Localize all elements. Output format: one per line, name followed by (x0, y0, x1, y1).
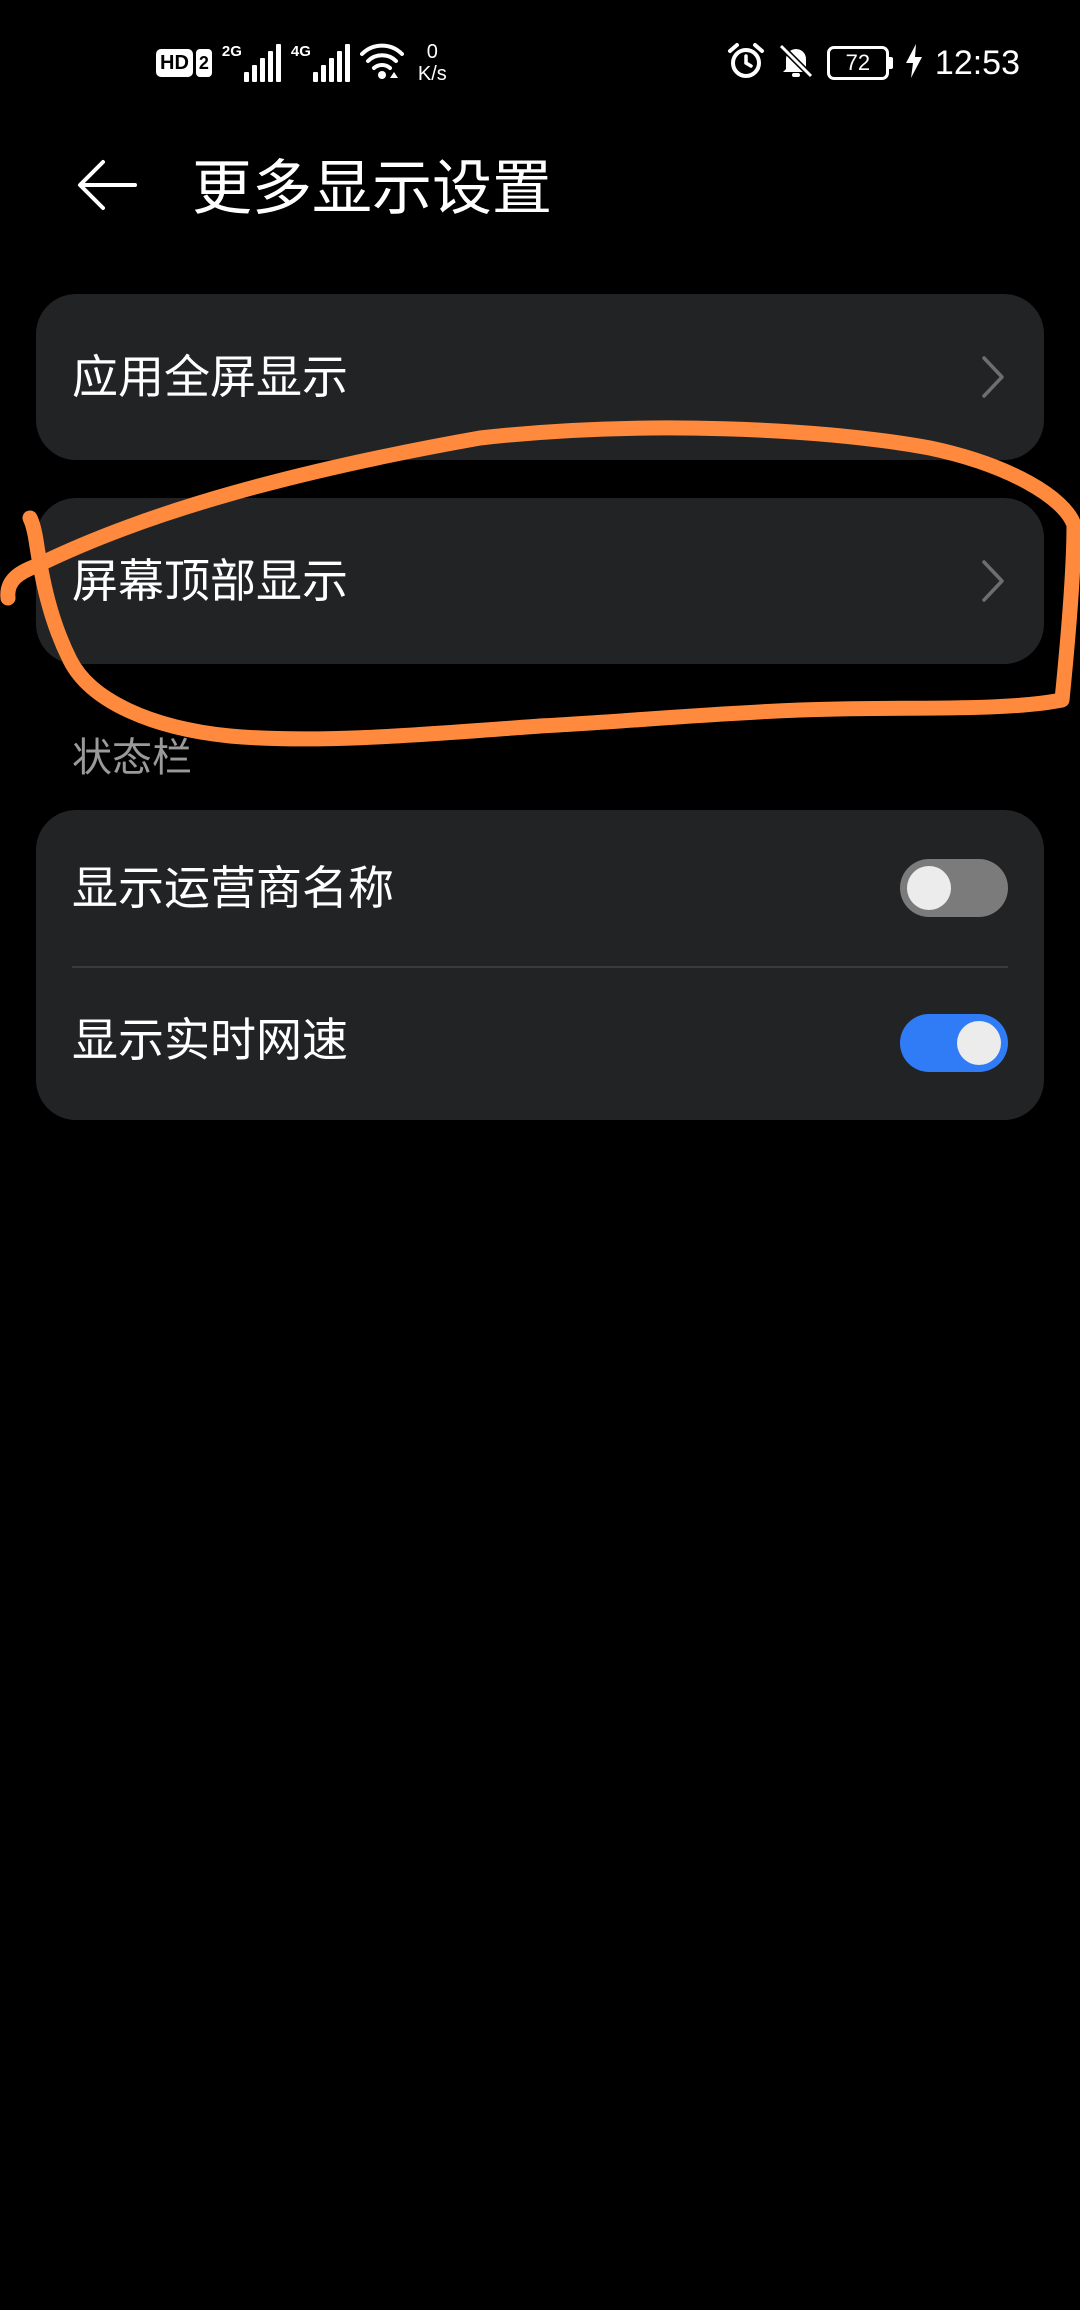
app-header: 更多显示设置 (0, 125, 1080, 255)
net-speed-unit: K/s (417, 63, 447, 85)
chevron-right-icon (978, 352, 1008, 402)
nav-item-label: 屏幕顶部显示 (72, 554, 348, 608)
signal-2g-icon: 2G (222, 44, 281, 82)
signal-4g-label: 4G (290, 43, 311, 60)
net-speed: 0 K/s (418, 41, 447, 85)
hd-voice-badge: HD 2 (156, 49, 212, 77)
arrow-left-icon (75, 158, 139, 216)
nav-item-fullscreen-apps[interactable]: 应用全屏显示 (36, 294, 1044, 460)
hd-label: HD (156, 49, 193, 77)
toggle-row-realtime-speed[interactable]: 显示实时网速 (36, 966, 1044, 1120)
switch-knob (907, 866, 951, 910)
signal-4g-icon: 4G (291, 44, 350, 82)
battery-level: 72 (826, 46, 889, 80)
realtime-speed-switch[interactable] (900, 1014, 1008, 1072)
battery-icon: 72 (826, 46, 893, 80)
status-bar-left: HD 2 2G 4G 0 K/s (156, 38, 447, 88)
row-divider (72, 966, 1008, 968)
sim-number: 2 (195, 49, 212, 77)
card-status-bar-settings: 显示运营商名称 显示实时网速 (36, 810, 1044, 1120)
chevron-right-icon (978, 556, 1008, 606)
switch-knob (957, 1021, 1001, 1065)
net-speed-value: 0 (426, 41, 438, 63)
charging-icon (905, 44, 923, 82)
toggle-label: 显示运营商名称 (72, 861, 394, 915)
wifi-icon (359, 42, 404, 84)
carrier-name-switch[interactable] (900, 859, 1008, 917)
alarm-icon (727, 42, 765, 84)
card-screen-top-display: 屏幕顶部显示 (36, 498, 1044, 664)
status-bar: HD 2 2G 4G 0 K/s 72 12:53 (0, 0, 1080, 125)
toggle-label: 显示实时网速 (72, 1013, 348, 1067)
toggle-row-carrier-name[interactable]: 显示运营商名称 (36, 810, 1044, 966)
nav-item-label: 应用全屏显示 (72, 350, 348, 404)
notifications-off-icon (777, 42, 815, 84)
signal-2g-label: 2G (221, 43, 242, 60)
section-label-status-bar: 状态栏 (72, 735, 192, 781)
clock: 12:53 (934, 43, 1020, 82)
status-bar-right: 72 12:53 (727, 38, 1020, 88)
page-title: 更多显示设置 (192, 154, 552, 224)
card-fullscreen-apps: 应用全屏显示 (36, 294, 1044, 460)
back-button[interactable] (62, 147, 152, 227)
nav-item-screen-top-display[interactable]: 屏幕顶部显示 (36, 498, 1044, 664)
